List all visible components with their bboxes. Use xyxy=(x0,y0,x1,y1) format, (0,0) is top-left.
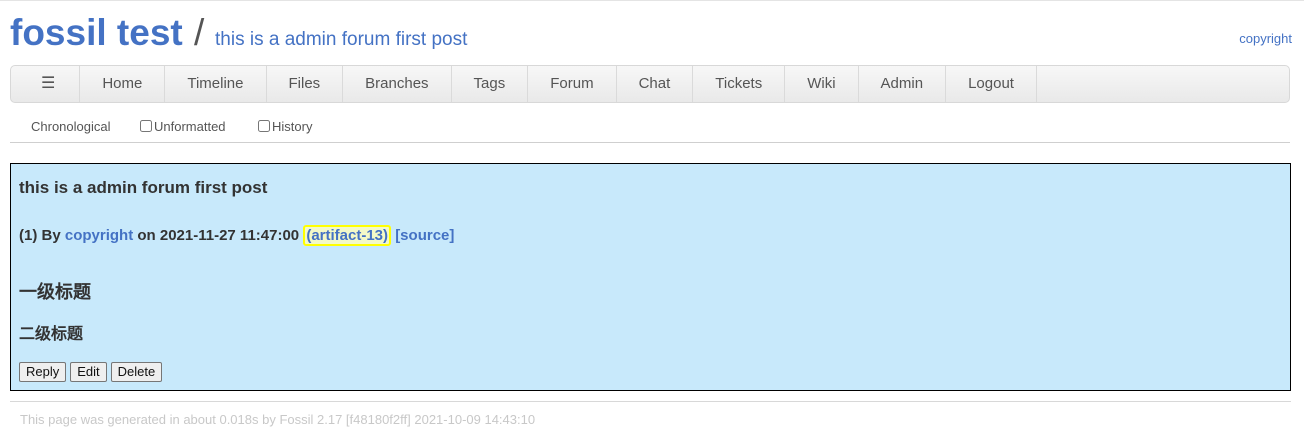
menu-item-chat[interactable]: Chat xyxy=(617,66,694,102)
footer-divider xyxy=(10,401,1291,402)
history-checkbox[interactable] xyxy=(258,120,270,132)
main-menu: ☰ Home Timeline Files Branches Tags Foru… xyxy=(10,65,1290,103)
page-header: fossil test / this is a admin forum firs… xyxy=(10,11,1292,55)
chronological-link[interactable]: Chronological xyxy=(31,119,111,134)
menu-item-forum[interactable]: Forum xyxy=(528,66,617,102)
menu-item-logout[interactable]: Logout xyxy=(946,66,1037,102)
post-title: this is a admin forum first post xyxy=(19,178,268,197)
post-heading-1: 一级标题 xyxy=(19,282,91,302)
post-meta: (1) By copyright on 2021-11-27 11:47:00 … xyxy=(19,225,454,246)
forum-post: this is a admin forum first post (1) By … xyxy=(10,163,1291,391)
menu-item-files[interactable]: Files xyxy=(267,66,344,102)
menu-item-admin[interactable]: Admin xyxy=(859,66,947,102)
unformatted-checkbox[interactable] xyxy=(140,120,152,132)
edit-button[interactable]: Edit xyxy=(70,362,107,382)
post-actions: Reply Edit Delete xyxy=(19,362,163,382)
project-title[interactable]: fossil test xyxy=(10,13,183,53)
history-option[interactable]: History xyxy=(258,119,312,134)
menu-item-branches[interactable]: Branches xyxy=(343,66,452,102)
page-footer: This page was generated in about 0.018s … xyxy=(20,412,536,427)
title-separator: / xyxy=(194,12,205,53)
menu-item-wiki[interactable]: Wiki xyxy=(785,66,859,102)
post-date: on 2021-11-27 11:47:00 xyxy=(137,227,300,244)
menu-item-timeline[interactable]: Timeline xyxy=(165,66,267,102)
post-author-link[interactable]: copyright xyxy=(65,227,133,244)
menu-item-tickets[interactable]: Tickets xyxy=(693,66,786,102)
post-number: (1) By xyxy=(19,227,61,244)
history-label: History xyxy=(272,119,313,134)
unformatted-option[interactable]: Unformatted xyxy=(140,119,226,134)
menu-item-home[interactable]: Home xyxy=(80,66,166,102)
hamburger-menu-icon[interactable]: ☰ xyxy=(11,66,81,102)
submenu-bar: Chronological Unformatted History xyxy=(10,111,1290,143)
reply-button[interactable]: Reply xyxy=(19,362,67,382)
post-heading-2: 二级标题 xyxy=(19,326,84,343)
page-title: this is a admin forum first post xyxy=(215,29,468,50)
menu-item-tags[interactable]: Tags xyxy=(452,66,529,102)
login-user-link[interactable]: copyright xyxy=(1239,31,1292,46)
unformatted-label: Unformatted xyxy=(154,119,226,134)
delete-button[interactable]: Delete xyxy=(110,362,163,382)
artifact-link[interactable]: (artifact-13) xyxy=(303,225,392,246)
source-link[interactable]: [source] xyxy=(395,227,454,244)
